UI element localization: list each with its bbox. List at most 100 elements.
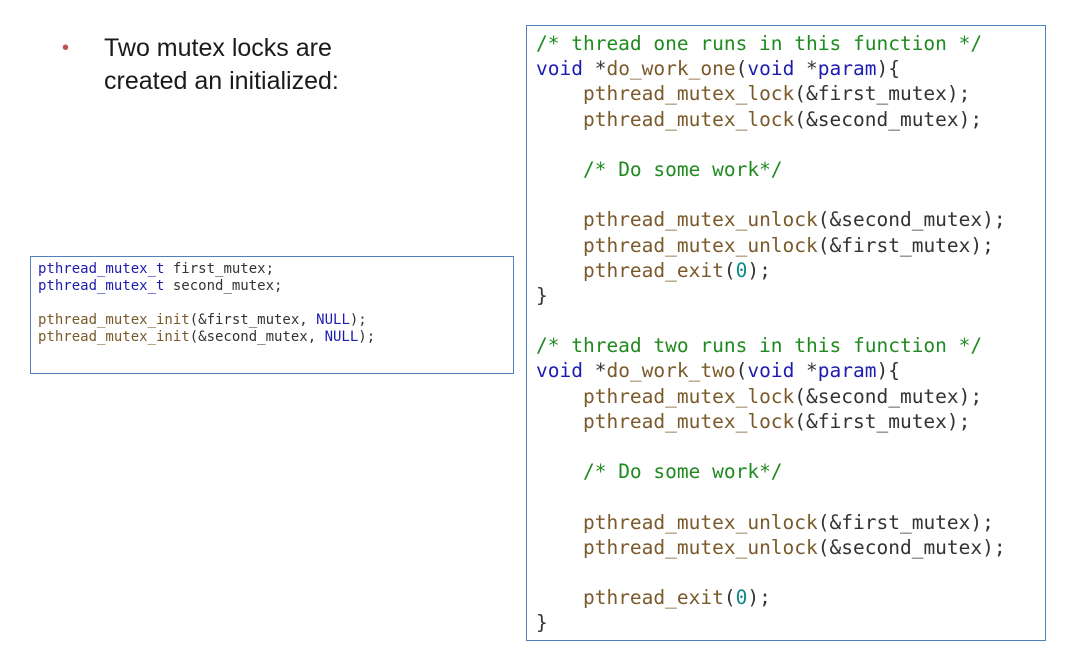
code-token: (&first_mutex); xyxy=(817,510,994,534)
code-line: pthread_exit(0); xyxy=(536,258,1045,283)
code-line: } xyxy=(536,283,1045,308)
code-line: pthread_mutex_lock(&second_mutex); xyxy=(536,384,1045,409)
code-token: do_work_one xyxy=(606,57,736,81)
code-token: (&first_mutex); xyxy=(817,233,994,257)
code-token: pthread_mutex_init xyxy=(38,329,190,345)
code-block-declarations: pthread_mutex_t first_mutex; pthread_mute… xyxy=(30,256,514,374)
code-token: } xyxy=(536,283,548,307)
code-token: NULL xyxy=(324,329,359,345)
code-token: pthread_mutex_lock xyxy=(582,82,795,106)
code-token: pthread_exit xyxy=(582,258,724,282)
code-token: (&second_mutex); xyxy=(794,384,983,408)
code-token: pthread_mutex_unlock xyxy=(582,208,818,232)
code-line: /* thread one runs in this function */ xyxy=(536,31,1045,56)
code-token: 0 xyxy=(735,258,748,282)
code-token: pthread_mutex_init xyxy=(38,312,190,328)
code-token: (&first_mutex); xyxy=(794,409,971,433)
code-line: pthread_exit(0); xyxy=(536,585,1045,610)
bullet-marker: • xyxy=(62,37,70,59)
code-line: pthread_mutex_lock(&first_mutex); xyxy=(536,409,1045,434)
code-token: pthread_mutex_t xyxy=(38,278,165,294)
bullet-point: • Two mutex locks are created an initial… xyxy=(62,32,462,98)
code-token: (&second_mutex); xyxy=(817,208,1006,232)
code-token: ( xyxy=(723,258,736,282)
code-token: do_work_two xyxy=(606,359,736,383)
code-token: /* Do some work*/ xyxy=(582,157,783,181)
code-token: void xyxy=(536,359,583,383)
code-line: pthread_mutex_unlock(&first_mutex); xyxy=(536,510,1045,535)
code-token: * xyxy=(794,359,818,383)
code-token: (&first_mutex); xyxy=(794,82,971,106)
code-line: void *do_work_two(void *param){ xyxy=(536,358,1045,383)
code-line: /* Do some work*/ xyxy=(536,459,1045,484)
code-token: NULL xyxy=(316,312,350,328)
code-token: pthread_mutex_unlock xyxy=(582,510,818,534)
code-token: void xyxy=(747,359,795,383)
code-token: /* Do some work*/ xyxy=(582,460,783,484)
code-token: void xyxy=(747,57,795,81)
code-token: } xyxy=(536,611,548,635)
code-token: pthread_mutex_unlock xyxy=(582,535,818,559)
code-token: pthread_mutex_t xyxy=(38,261,165,277)
code-token: ); xyxy=(349,312,367,328)
code-token: pthread_mutex_lock xyxy=(582,107,795,131)
code-line: pthread_mutex_init(&first_mutex, NULL); xyxy=(38,312,513,329)
code-token: (&first_mutex, xyxy=(189,312,317,328)
code-token: * xyxy=(582,57,607,81)
code-line: /* thread two runs in this function */ xyxy=(536,333,1045,358)
code-line: pthread_mutex_unlock(&first_mutex); xyxy=(536,233,1045,258)
code-line: void *do_work_one(void *param){ xyxy=(536,56,1045,81)
code-line: /* Do some work*/ xyxy=(536,157,1045,182)
code-token: ); xyxy=(747,586,771,610)
code-token: ( xyxy=(735,359,748,383)
code-token: 0 xyxy=(735,586,748,610)
code-token: first_mutex; xyxy=(164,261,275,277)
code-token: (&second_mutex); xyxy=(794,107,983,131)
code-token: void xyxy=(536,57,583,81)
code-token: pthread_mutex_lock xyxy=(582,409,795,433)
code-token: ){ xyxy=(876,359,900,383)
code-token: (&second_mutex); xyxy=(817,535,1006,559)
code-token: * xyxy=(582,359,607,383)
code-token: second_mutex; xyxy=(164,278,283,294)
code-token: ); xyxy=(358,329,376,345)
code-line: pthread_mutex_lock(&first_mutex); xyxy=(536,81,1045,106)
code-line: pthread_mutex_unlock(&second_mutex); xyxy=(536,207,1045,232)
code-block-thread-functions: /* thread one runs in this function */vo… xyxy=(526,25,1046,641)
code-token: /* thread two runs in this function */ xyxy=(536,334,983,358)
code-token: ){ xyxy=(876,57,900,81)
code-line: } xyxy=(536,610,1045,635)
code-token: param xyxy=(817,57,877,81)
code-token: param xyxy=(817,359,877,383)
code-token: pthread_exit xyxy=(582,586,724,610)
code-token: pthread_mutex_lock xyxy=(582,384,795,408)
bullet-text: Two mutex locks are created an initializ… xyxy=(104,34,339,95)
code-token: ); xyxy=(747,258,771,282)
code-token: ( xyxy=(723,586,736,610)
code-line: pthread_mutex_t second_mutex; xyxy=(38,278,513,295)
code-line: pthread_mutex_unlock(&second_mutex); xyxy=(536,535,1045,560)
code-line: pthread_mutex_t first_mutex; xyxy=(38,261,513,278)
code-token: ( xyxy=(735,57,748,81)
code-token: pthread_mutex_unlock xyxy=(582,233,818,257)
code-line: pthread_mutex_lock(&second_mutex); xyxy=(536,107,1045,132)
